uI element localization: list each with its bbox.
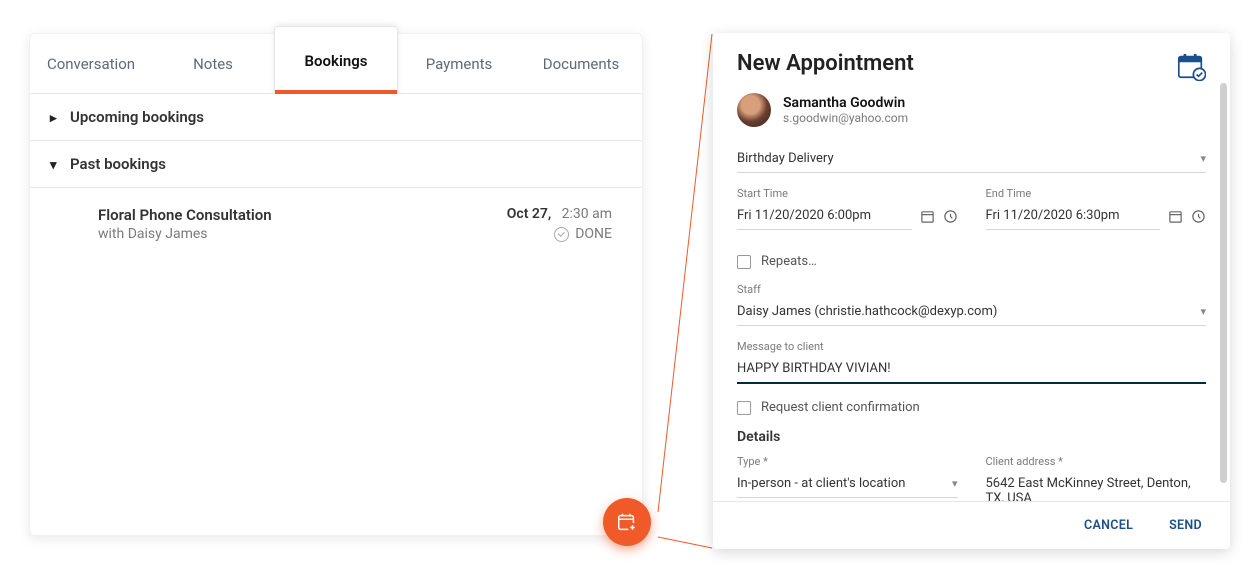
booking-datetime: Oct 27, 2:30 am: [507, 206, 612, 222]
field-label: Start Time: [737, 187, 958, 200]
chevron-down-icon: [1200, 304, 1206, 319]
bookings-panel: Conversation Notes Bookings Payments Doc…: [29, 33, 643, 536]
new-appointment-panel: New Appointment Samantha Goodwin s.goodw…: [713, 33, 1230, 549]
booking-status: DONE: [507, 226, 612, 242]
panel-footer: CANCEL SEND: [713, 501, 1230, 549]
field-label: Staff: [737, 283, 1206, 296]
calendar-icon[interactable]: [920, 209, 935, 224]
section-upcoming-bookings[interactable]: Upcoming bookings: [30, 94, 642, 141]
section-label: Past bookings: [70, 155, 166, 173]
client-email: s.goodwin@yahoo.com: [783, 111, 908, 125]
booking-info: Floral Phone Consultation with Daisy Jam…: [98, 206, 272, 242]
tab-bookings[interactable]: Bookings: [274, 26, 398, 94]
booking-row[interactable]: Floral Phone Consultation with Daisy Jam…: [30, 188, 642, 260]
checkbox-icon: [737, 401, 751, 415]
tab-documents[interactable]: Documents: [520, 34, 642, 93]
chevron-down-icon: [50, 155, 60, 173]
end-time-value: Fri 11/20/2020 6:30pm: [986, 202, 1161, 230]
staff-value: Daisy James (christie.hathcock@dexyp.com…: [737, 304, 997, 319]
booking-title: Floral Phone Consultation: [98, 206, 272, 224]
calendar-check-icon: [1176, 51, 1206, 81]
clock-icon[interactable]: [943, 209, 958, 224]
start-time-field[interactable]: Start Time Fri 11/20/2020 6:00pm: [737, 187, 958, 230]
check-circle-icon: [554, 227, 569, 242]
confirm-checkbox[interactable]: Request client confirmation: [737, 400, 1206, 415]
section-past-bookings[interactable]: Past bookings: [30, 141, 642, 188]
booking-meta: Oct 27, 2:30 am DONE: [507, 206, 612, 242]
calendar-icon[interactable]: [1168, 209, 1183, 224]
type-value: In-person - at client's location: [737, 476, 905, 491]
message-field[interactable]: Message to client HAPPY BIRTHDAY VIVIAN!: [737, 340, 1206, 384]
details-heading: Details: [737, 429, 1206, 445]
tab-bar: Conversation Notes Bookings Payments Doc…: [30, 34, 642, 94]
scrollbar[interactable]: [1220, 83, 1227, 483]
cancel-button[interactable]: CANCEL: [1084, 518, 1133, 533]
type-select[interactable]: Type * In-person - at client's location: [737, 455, 958, 501]
field-label: End Time: [986, 187, 1207, 200]
client-name: Samantha Goodwin: [783, 95, 908, 111]
chevron-right-icon: [50, 108, 60, 126]
client-block: Samantha Goodwin s.goodwin@yahoo.com: [737, 93, 1206, 127]
address-value: 5642 East McKinney Street, Denton, TX, U…: [986, 470, 1207, 501]
chevron-down-icon: [952, 476, 958, 491]
clock-icon[interactable]: [1191, 209, 1206, 224]
message-value: HAPPY BIRTHDAY VIVIAN!: [737, 355, 1206, 384]
field-label: Client address *: [986, 455, 1207, 468]
field-label: Type *: [737, 455, 958, 468]
tab-notes[interactable]: Notes: [152, 34, 274, 93]
send-button[interactable]: SEND: [1169, 518, 1202, 533]
connector-lines: [632, 33, 714, 549]
service-select[interactable]: Birthday Delivery: [737, 145, 1206, 173]
calendar-add-icon: [616, 511, 638, 533]
address-field[interactable]: Client address * 5642 East McKinney Stre…: [986, 455, 1207, 501]
tab-payments[interactable]: Payments: [398, 34, 520, 93]
section-label: Upcoming bookings: [70, 108, 204, 126]
panel-title: New Appointment: [737, 51, 914, 76]
new-appointment-button[interactable]: [603, 498, 651, 546]
end-time-field[interactable]: End Time Fri 11/20/2020 6:30pm: [986, 187, 1207, 230]
staff-select[interactable]: Staff Daisy James (christie.hathcock@dex…: [737, 283, 1206, 326]
booking-subtitle: with Daisy James: [98, 226, 272, 242]
avatar: [737, 93, 771, 127]
chevron-down-icon: [1200, 151, 1206, 166]
repeats-checkbox[interactable]: Repeats…: [737, 254, 1206, 269]
field-label: Message to client: [737, 340, 1206, 353]
service-value: Birthday Delivery: [737, 151, 834, 166]
start-time-value: Fri 11/20/2020 6:00pm: [737, 202, 912, 230]
checkbox-icon: [737, 255, 751, 269]
tab-conversation[interactable]: Conversation: [30, 34, 152, 93]
